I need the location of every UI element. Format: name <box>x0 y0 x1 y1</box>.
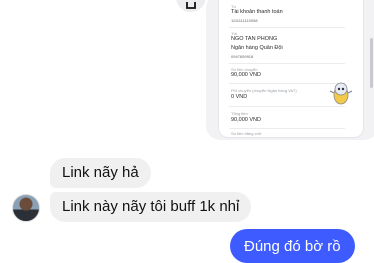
divider <box>229 63 345 64</box>
divider <box>229 106 345 107</box>
to-bank: Ngân hàng Quân Đội <box>231 45 283 51</box>
sent-message[interactable]: Đúng đó bờ rồ <box>230 229 355 263</box>
fee-value: 0 VND <box>231 94 248 100</box>
received-message[interactable]: Link này nãy tôi buff 1k nhỉ <box>50 192 252 222</box>
scrollbar[interactable] <box>370 38 373 88</box>
divider <box>229 83 345 84</box>
message-text: Đúng đó bờ rồ <box>244 237 341 255</box>
share-button[interactable] <box>176 0 206 12</box>
from-value: Tài khoản thanh toán <box>231 9 283 15</box>
received-message[interactable]: Link nãy hả <box>50 158 151 188</box>
message-text: Link này nãy tôi buff 1k nhỉ <box>62 198 240 215</box>
amount-value: 90,000 VND <box>231 72 261 78</box>
share-icon <box>186 2 196 9</box>
message-text: Link nãy hả <box>62 164 139 181</box>
shared-image[interactable]: Từ Tài khoản thanh toán 1111111110058 Tớ… <box>206 0 374 140</box>
avatar[interactable] <box>12 194 40 222</box>
to-phone: 0947659918 <box>231 54 254 59</box>
from-account: 1111111110058 <box>231 18 258 23</box>
mascot-icon <box>329 82 353 105</box>
divider <box>229 128 345 129</box>
transfer-receipt: Từ Tài khoản thanh toán 1111111110058 Tớ… <box>218 0 364 138</box>
fee-label: Phí chuyển (chuyển Ngân hàng VAT) <box>231 88 297 93</box>
amount-words-label: Số tiền bằng chữ <box>231 131 262 136</box>
total-value: 90,000 VND <box>231 117 261 123</box>
to-name: NGO TAN PHONG <box>231 36 278 42</box>
divider <box>229 27 345 28</box>
total-label: Tổng tiền <box>231 111 248 116</box>
